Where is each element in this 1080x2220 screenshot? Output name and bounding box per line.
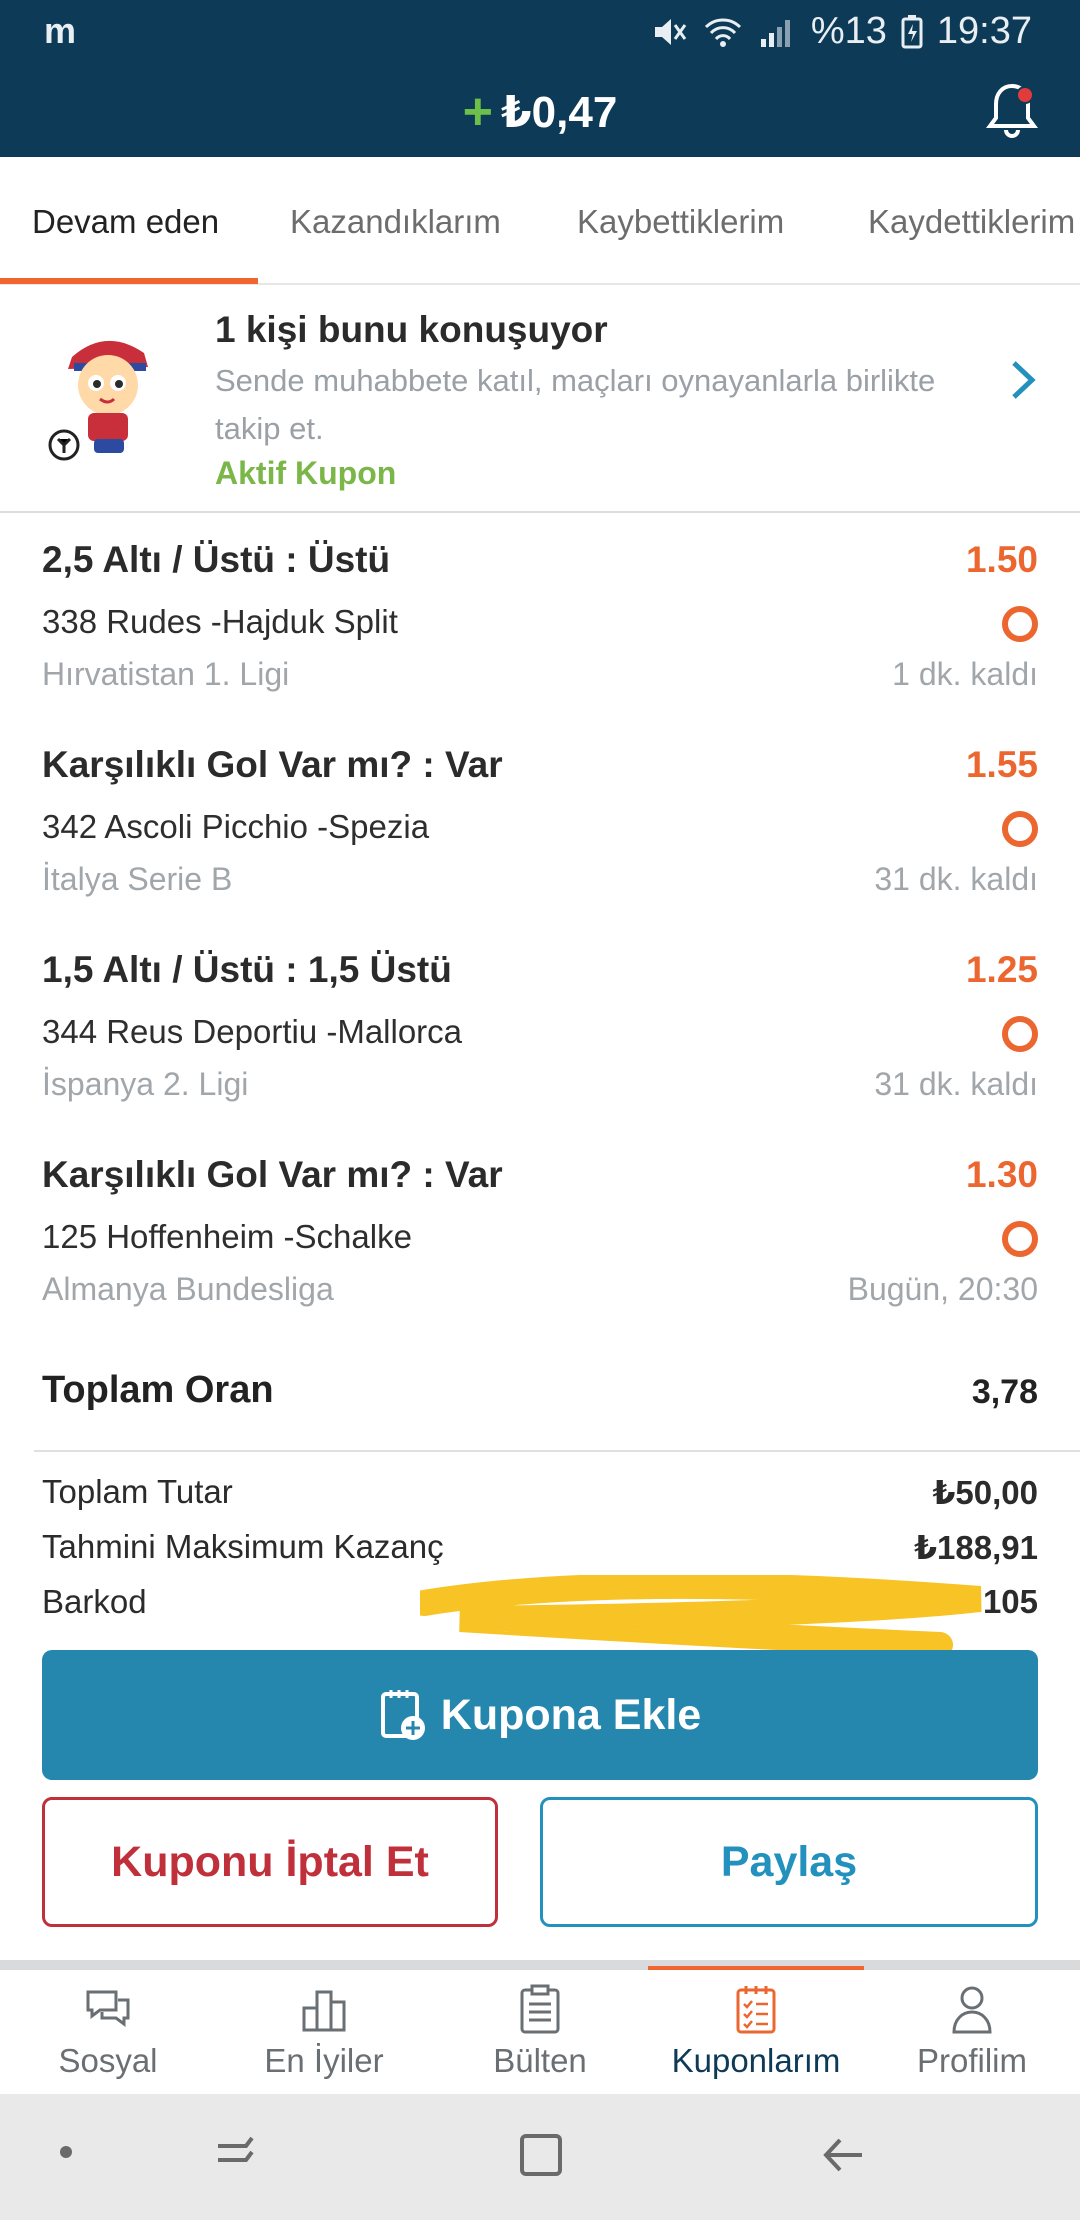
app-notification-icon: m: [44, 10, 77, 51]
pending-status-icon: [1002, 811, 1038, 847]
total-amount-row: Toplam Tutar ₺50,00: [0, 1467, 1080, 1522]
bet-list: 2,5 Altı / Üstü : Üstü 1.50 338 Rudes -H…: [0, 513, 1080, 1333]
calendar-add-icon: [380, 1690, 425, 1740]
bet-selection: 1,5 Altı / Üstü : 1,5 Üstü: [42, 949, 452, 990]
pending-status-icon: [1002, 1016, 1038, 1052]
pending-status-icon: [1002, 1221, 1038, 1257]
back-icon[interactable]: [818, 2130, 868, 2180]
bet-league: İtalya Serie B: [42, 861, 233, 897]
chevron-right-icon[interactable]: [1006, 357, 1040, 403]
share-button[interactable]: Paylaş: [540, 1797, 1038, 1927]
share-label: Paylaş: [720, 1837, 858, 1886]
system-navigation-bar: [0, 2094, 1080, 2220]
nav-item-bulletin[interactable]: Bülten: [432, 1970, 648, 2094]
tab-saved[interactable]: Kaydettiklerim: [868, 203, 1075, 241]
bet-time: 31 dk. kaldı: [874, 861, 1038, 897]
bet-match: 125 Hoffenheim -Schalke: [42, 1218, 412, 1255]
nav-item-profile[interactable]: Profilim: [864, 1970, 1080, 2094]
total-odds-value: 3,78: [971, 1373, 1038, 1411]
bet-selection: Karşılıklı Gol Var mı? : Var: [42, 1154, 503, 1195]
bet-item[interactable]: 1,5 Altı / Üstü : 1,5 Üstü 1.25 344 Reus…: [0, 923, 1080, 1128]
cancel-coupon-button[interactable]: Kuponu İptal Et: [42, 1797, 498, 1927]
cancel-coupon-label: Kuponu İptal Et: [111, 1837, 429, 1886]
chat-icon: [86, 1990, 130, 2027]
battery-icon: [901, 14, 923, 48]
nav-item-coupons[interactable]: Kuponlarım: [648, 1970, 864, 2094]
nav-label: En İyiler: [264, 2042, 384, 2079]
active-coupon-link[interactable]: Aktif Kupon: [215, 455, 396, 492]
bet-league: Almanya Bundesliga: [42, 1271, 334, 1307]
chat-banner[interactable]: 1 kişi bunu konuşuyor Sende muhabbete ka…: [0, 285, 1080, 513]
nav-item-leaders[interactable]: En İyiler: [216, 1970, 432, 2094]
banner-title: 1 kişi bunu konuşuyor: [215, 309, 608, 350]
coupon-tabs: Devam eden Kazandıklarım Kaybettiklerim …: [0, 157, 1080, 285]
max-win-row: Tahmini Maksimum Kazanç ₺188,91: [0, 1522, 1080, 1577]
balance-display[interactable]: + ₺0,47: [0, 82, 1080, 142]
total-odds-row: Toplam Oran 3,78: [0, 1333, 1080, 1448]
tab-lost[interactable]: Kaybettiklerim: [577, 203, 784, 241]
bet-match: 342 Ascoli Picchio -Spezia: [42, 808, 430, 845]
clipboard-icon: [520, 1984, 560, 2034]
divider: [34, 1450, 1080, 1452]
bet-item[interactable]: 2,5 Altı / Üstü : Üstü 1.50 338 Rudes -H…: [0, 513, 1080, 718]
podium-icon: [302, 1990, 346, 2032]
max-win-value: ₺188,91: [914, 1529, 1038, 1566]
bet-league: İspanya 2. Ligi: [42, 1066, 249, 1102]
nav-label: Sosyal: [58, 2042, 158, 2079]
bet-selection: 2,5 Altı / Üstü : Üstü: [42, 539, 391, 580]
battery-percent: %13: [810, 10, 887, 52]
clock: 19:37: [936, 10, 1032, 52]
bet-match: 344 Reus Deportiu -Mallorca: [42, 1013, 463, 1050]
status-bar: m %13 19:37: [0, 0, 1080, 64]
bet-time: 31 dk. kaldı: [874, 1066, 1038, 1102]
add-to-coupon-label: Kupona Ekle: [440, 1690, 702, 1739]
bet-odd: 1.50: [965, 539, 1038, 580]
home-icon[interactable]: [516, 2130, 566, 2180]
bet-odd: 1.30: [965, 1154, 1038, 1195]
dot-icon[interactable]: [58, 2144, 74, 2160]
total-amount-label: Toplam Tutar: [42, 1473, 233, 1510]
max-win-label: Tahmini Maksimum Kazanç: [42, 1528, 444, 1565]
bet-time: 1 dk. kaldı: [892, 656, 1038, 692]
balance-amount: ₺0,47: [501, 88, 618, 137]
barcode-label: Barkod: [42, 1583, 147, 1620]
nav-label: Bülten: [493, 2042, 587, 2079]
banner-description: Sende muhabbete katıl, maçları oynayanla…: [215, 363, 936, 446]
notification-dot: [1016, 86, 1034, 104]
bet-item[interactable]: Karşılıklı Gol Var mı? : Var 1.55 342 As…: [0, 718, 1080, 923]
person-icon: [952, 1986, 992, 2034]
active-tab-indicator: [0, 278, 258, 284]
add-funds-icon[interactable]: +: [463, 83, 493, 141]
total-odds-label: Toplam Oran: [42, 1369, 274, 1411]
bet-odd: 1.25: [965, 949, 1038, 990]
nav-label: Kuponlarım: [671, 2042, 841, 2079]
total-amount-value: ₺50,00: [932, 1474, 1038, 1511]
bottom-navigation: Sosyal En İyiler Bülten Kuponlarım Profi…: [0, 1970, 1080, 2094]
signal-icon: [760, 19, 790, 47]
nav-separator: [0, 1960, 1080, 1970]
bet-item[interactable]: Karşılıklı Gol Var mı? : Var 1.30 125 Ho…: [0, 1128, 1080, 1333]
mute-icon: [654, 18, 687, 45]
mascot-illustration: [48, 340, 148, 461]
pending-status-icon: [1002, 606, 1038, 642]
nav-item-social[interactable]: Sosyal: [0, 1970, 216, 2094]
tab-won[interactable]: Kazandıklarım: [290, 203, 501, 241]
recent-apps-icon[interactable]: [212, 2132, 262, 2176]
bet-time: Bugün, 20:30: [847, 1271, 1038, 1307]
add-to-coupon-button[interactable]: Kupona Ekle: [42, 1650, 1038, 1780]
tab-ongoing[interactable]: Devam eden: [32, 203, 219, 241]
bet-odd: 1.55: [965, 744, 1038, 785]
wifi-icon: [704, 17, 741, 47]
coupon-icon: [736, 1986, 776, 2034]
bet-league: Hırvatistan 1. Ligi: [42, 656, 290, 692]
bet-match: 338 Rudes -Hajduk Split: [42, 603, 398, 640]
bet-selection: Karşılıklı Gol Var mı? : Var: [42, 744, 503, 785]
nav-label: Profilim: [916, 2042, 1027, 2079]
app-header: m %13 19:37 + ₺0,47: [0, 0, 1080, 157]
